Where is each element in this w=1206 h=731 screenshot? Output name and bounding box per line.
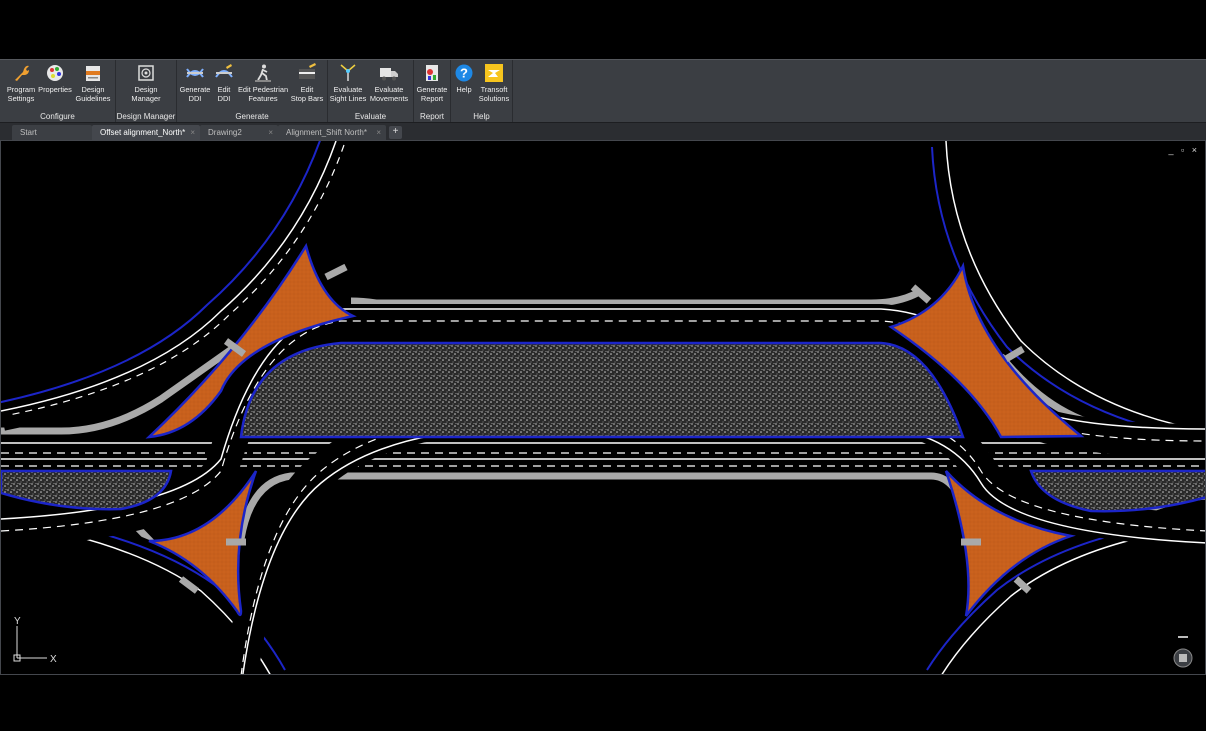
- transoft-icon: [485, 64, 503, 82]
- tab-label: Start: [20, 128, 37, 137]
- tab-offset-alignment-north[interactable]: Offset alignment_North* ×: [92, 125, 200, 140]
- edit-stop-bars-label: Edit Stop Bars: [290, 85, 324, 103]
- pedestrian-icon: [255, 64, 271, 82]
- close-icon[interactable]: ×: [268, 125, 273, 140]
- design-guidelines-label: Design Guidelines: [75, 85, 111, 103]
- minimize-icon[interactable]: _: [1168, 145, 1173, 155]
- tab-drawing2[interactable]: Drawing2 ×: [200, 125, 278, 140]
- add-tab-button[interactable]: +: [389, 126, 402, 139]
- properties-button[interactable]: Properties: [34, 63, 76, 107]
- group-label-generate: Generate: [235, 112, 269, 121]
- guidelines-icon: [86, 66, 100, 81]
- generate-ddi-icon: [186, 68, 204, 78]
- tab-start[interactable]: Start: [12, 125, 92, 140]
- drawing-viewport[interactable]: _ ▫ × Y X: [0, 140, 1206, 675]
- tab-label: Alignment_Shift North*: [286, 128, 367, 137]
- group-label-report: Report: [419, 112, 444, 121]
- stop-bars-icon: [299, 63, 316, 79]
- ribbon-group-evaluate: Evaluate Sight Lines Evaluate Movements …: [328, 60, 414, 123]
- transoft-solutions-label: Transoft Solutions: [478, 85, 510, 103]
- design-manager-button[interactable]: Design Manager: [125, 63, 167, 107]
- close-icon[interactable]: ×: [1192, 145, 1197, 155]
- sight-lines-icon: [340, 64, 356, 81]
- ribbon-group-design-manager: Design Manager Design Manager: [116, 60, 177, 123]
- ucs-y-label: Y: [14, 616, 21, 627]
- edit-pedestrian-features-label: Edit Pedestrian Features: [237, 85, 289, 103]
- bottom-black-band: [0, 675, 1206, 731]
- design-manager-label: Design Manager: [131, 85, 161, 103]
- evaluate-sight-lines-label: Evaluate Sight Lines: [329, 85, 367, 103]
- close-icon[interactable]: ×: [376, 125, 381, 140]
- navigation-wheel-icon[interactable]: [1171, 634, 1195, 670]
- evaluate-sight-lines-button[interactable]: Evaluate Sight Lines: [327, 63, 369, 107]
- group-label-help: Help: [473, 112, 490, 121]
- truck-icon: [380, 68, 398, 81]
- ribbon-group-generate: Generate DDI Edit DDI Edit Pedestrian Fe…: [177, 60, 328, 123]
- tab-label: Drawing2: [208, 128, 242, 137]
- ribbon-toolbar: Program Settings Properties Design Guide…: [0, 59, 1206, 123]
- edit-pedestrian-features-button[interactable]: Edit Pedestrian Features: [237, 63, 289, 107]
- ucs-axis-icon: Y X: [13, 616, 57, 665]
- group-label-evaluate: Evaluate: [354, 112, 387, 121]
- palette-icon: [47, 65, 63, 81]
- svg-text:?: ?: [460, 66, 468, 81]
- restore-icon[interactable]: ▫: [1181, 145, 1184, 155]
- evaluate-movements-button[interactable]: Evaluate Movements: [368, 63, 410, 107]
- edit-ddi-icon: [215, 64, 233, 78]
- transoft-solutions-button[interactable]: Transoft Solutions: [473, 63, 515, 107]
- central-median: [239, 341, 965, 439]
- tab-alignment-shift-north[interactable]: Alignment_Shift North* ×: [278, 125, 386, 140]
- ucs-x-label: X: [50, 654, 57, 665]
- group-label-design-manager: Design Manager: [116, 112, 176, 121]
- edit-stop-bars-button[interactable]: Edit Stop Bars: [286, 63, 328, 107]
- top-black-band: [0, 0, 1206, 59]
- document-tab-bar: Start Offset alignment_North* × Drawing2…: [0, 122, 1206, 141]
- ribbon-group-configure: Program Settings Properties Design Guide…: [0, 60, 116, 123]
- wrench-icon: [15, 65, 29, 81]
- properties-label: Properties: [38, 85, 72, 94]
- help-icon: ?: [455, 64, 473, 82]
- group-label-configure: Configure: [40, 112, 75, 121]
- design-guidelines-button[interactable]: Design Guidelines: [72, 63, 114, 107]
- ddi-drawing-canvas: [1, 141, 1205, 674]
- tab-label: Offset alignment_North*: [100, 128, 186, 137]
- evaluate-movements-label: Evaluate Movements: [369, 85, 409, 103]
- viewport-window-controls: _ ▫ ×: [1163, 145, 1197, 155]
- report-icon: [426, 65, 438, 81]
- ribbon-group-help: ? Help Transoft Solutions Help: [451, 60, 513, 123]
- close-icon[interactable]: ×: [190, 125, 195, 140]
- design-manager-icon: [138, 65, 154, 81]
